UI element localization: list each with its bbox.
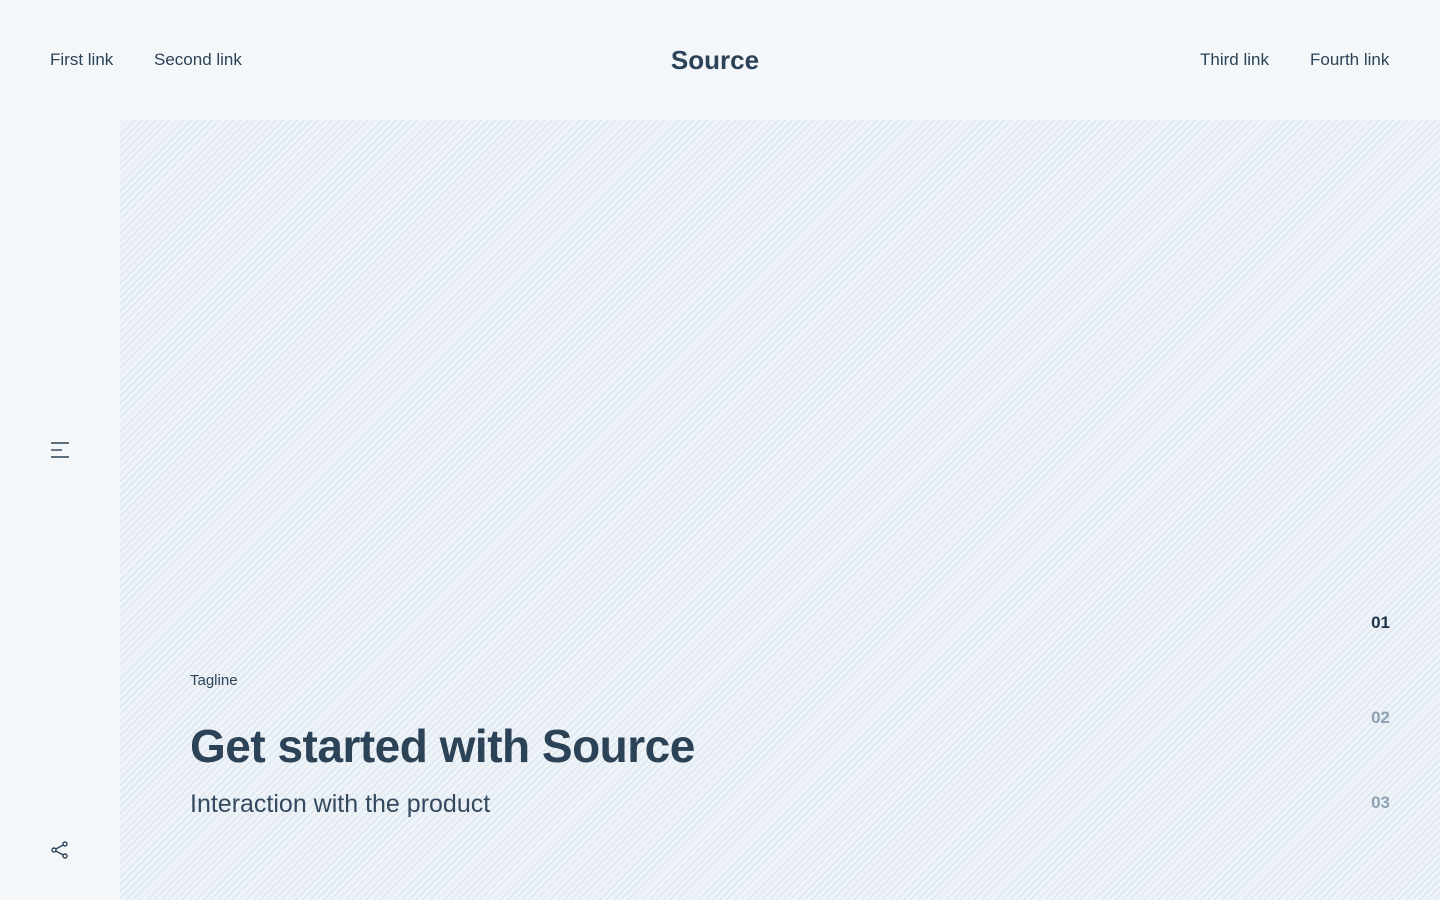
- nav-link-third[interactable]: Third link: [1200, 50, 1269, 70]
- pager-item-01[interactable]: 01: [1371, 613, 1390, 633]
- pager-item-03[interactable]: 03: [1371, 793, 1390, 813]
- hero-title: Get started with Source: [190, 720, 695, 772]
- share-icon-glyph: [51, 841, 68, 859]
- hero-banner: [120, 120, 1440, 900]
- pager-item-02[interactable]: 02: [1371, 708, 1390, 728]
- share-icon[interactable]: [50, 840, 70, 860]
- nav-link-fourth[interactable]: Fourth link: [1310, 50, 1389, 70]
- menu-icon[interactable]: [50, 440, 70, 460]
- hero-subtitle: Interaction with the product: [190, 790, 491, 818]
- header: First link Second link Source Third link…: [0, 0, 1440, 120]
- hero-tagline: Tagline: [190, 672, 238, 689]
- menu-icon-glyph: [51, 442, 69, 458]
